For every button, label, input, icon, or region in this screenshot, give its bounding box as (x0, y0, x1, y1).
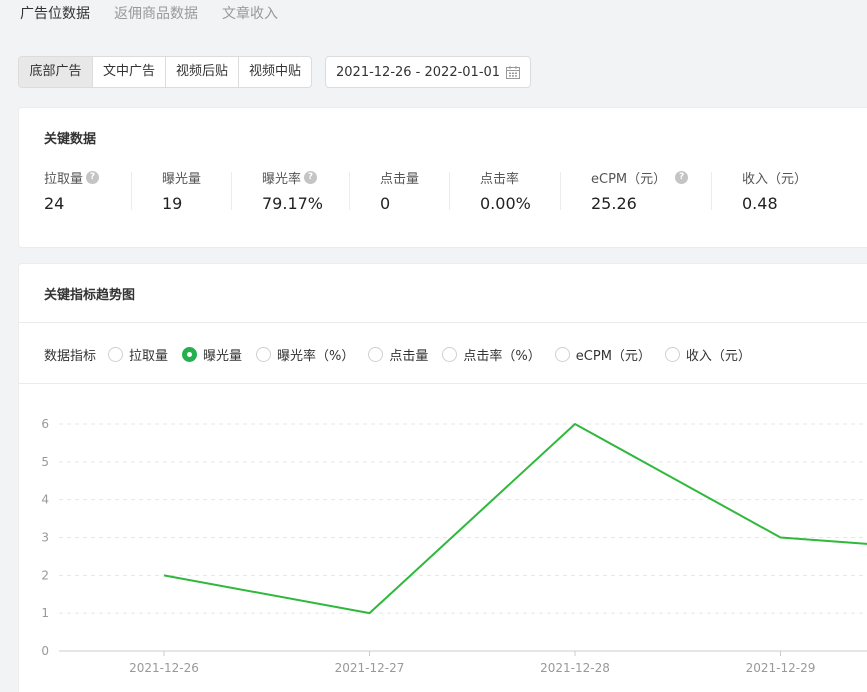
segment-in-article-ad[interactable]: 文中广告 (92, 57, 165, 87)
radio-icon[interactable] (368, 346, 384, 362)
date-range-picker[interactable]: 2021-12-26 - 2022-01-01 (325, 56, 531, 88)
divider (711, 172, 712, 210)
metric-click-count: 点击量 0 (380, 168, 419, 218)
radio-icon[interactable] (664, 346, 680, 362)
trend-title: 关键指标趋势图 (44, 288, 136, 303)
segment-video-post-roll[interactable]: 视频后贴 (165, 57, 238, 87)
divider (19, 322, 867, 323)
metric-value: 79.17% (262, 194, 324, 213)
date-range-text: 2021-12-26 - 2022-01-01 (336, 64, 501, 80)
y-tick-label: 1 (41, 606, 49, 620)
y-tick-label: 0 (41, 644, 49, 658)
y-tick-label: 4 (41, 493, 49, 507)
metric-value: 0 (380, 194, 391, 213)
trend-line-chart: 0 1 2 3 4 5 6 2021-12-26 2021-12-27 2021-12-28 202… (41, 417, 867, 675)
segment-bottom-ad[interactable]: 底部广告 (19, 57, 92, 87)
ad-position-segment: 底部广告 文中广告 视频后贴 视频中贴 (18, 56, 312, 88)
help-icon[interactable]: ? (304, 170, 318, 184)
metric-label: 拉取量 (44, 171, 84, 187)
x-tick-label: 2021-12-27 (335, 661, 405, 675)
trend-card: 关键指标趋势图 数据指标 拉取量 曝光量 曝光率（%） 点击量 点击率（%） e… (18, 263, 867, 692)
metric-label: 点击量 (380, 171, 420, 187)
y-tick-label: 5 (41, 455, 49, 469)
metric-exposure-count: 曝光量 19 (162, 168, 201, 218)
metric-label: 收入（元） (742, 171, 808, 187)
divider (449, 172, 450, 210)
radio-click-count[interactable]: 点击量 (368, 345, 428, 364)
metric-label: 曝光量 (162, 171, 202, 187)
filter-label: 数据指标 (44, 348, 97, 364)
metric-exposure-rate: 曝光率? 79.17% (262, 168, 323, 218)
divider (560, 172, 561, 210)
radio-income[interactable]: 收入（元） (664, 345, 751, 364)
top-tabs: 广告位数据 返佣商品数据 文章收入 (20, 5, 278, 25)
key-data-title: 关键数据 (44, 132, 97, 147)
divider (349, 172, 350, 210)
radio-icon[interactable] (108, 346, 124, 362)
y-tick-label: 2 (41, 568, 49, 582)
key-data-card: 关键数据 拉取量? 24 曝光量 19 曝光率? 79.17% 点击量 0 点击… (18, 107, 867, 248)
metric-click-rate: 点击率 0.00% (480, 168, 531, 218)
help-icon[interactable]: ? (86, 170, 100, 184)
radio-ecpm[interactable]: eCPM（元） (554, 345, 651, 364)
metric-label: eCPM（元） (591, 171, 667, 187)
metric-label: 点击率 (480, 171, 520, 187)
radio-icon[interactable] (554, 346, 570, 362)
x-tick-label: 2021-12-28 (540, 661, 610, 675)
y-tick-label: 6 (41, 417, 49, 431)
help-icon[interactable]: ? (675, 170, 689, 184)
calendar-icon (506, 65, 520, 79)
divider (131, 172, 132, 210)
tab-article-income[interactable]: 文章收入 (222, 5, 278, 25)
radio-exposure-count[interactable]: 曝光量 (182, 345, 242, 364)
series-line (163, 423, 867, 615)
segment-video-mid-roll[interactable]: 视频中贴 (238, 57, 311, 87)
metric-label: 曝光率 (262, 171, 302, 187)
metric-value: 19 (162, 194, 183, 213)
metric-pull-count: 拉取量? 24 (44, 168, 100, 218)
metric-income: 收入（元） 0.48 (742, 168, 807, 218)
radio-pull-count[interactable]: 拉取量 (108, 345, 168, 364)
metric-value: 24 (44, 194, 65, 213)
metric-value: 25.26 (591, 194, 637, 213)
radio-icon[interactable] (442, 346, 458, 362)
radio-checked-icon[interactable] (182, 346, 198, 362)
metric-filter: 数据指标 拉取量 曝光量 曝光率（%） 点击量 点击率（%） eCPM（元） 收… (44, 344, 765, 364)
metric-value: 0.48 (742, 194, 778, 213)
y-tick-label: 3 (41, 531, 49, 545)
metric-value: 0.00% (480, 194, 531, 213)
metric-ecpm: eCPM（元）? 25.26 (591, 168, 689, 218)
radio-click-rate[interactable]: 点击率（%） (442, 345, 541, 364)
x-tick-label: 2021-12-29 (746, 661, 816, 675)
x-tick-label: 2021-12-26 (129, 661, 199, 675)
divider (231, 172, 232, 210)
tab-commission-goods-data[interactable]: 返佣商品数据 (114, 5, 198, 25)
radio-exposure-rate[interactable]: 曝光率（%） (256, 345, 354, 364)
tab-ad-slot-data[interactable]: 广告位数据 (20, 5, 90, 25)
radio-icon[interactable] (256, 346, 272, 362)
